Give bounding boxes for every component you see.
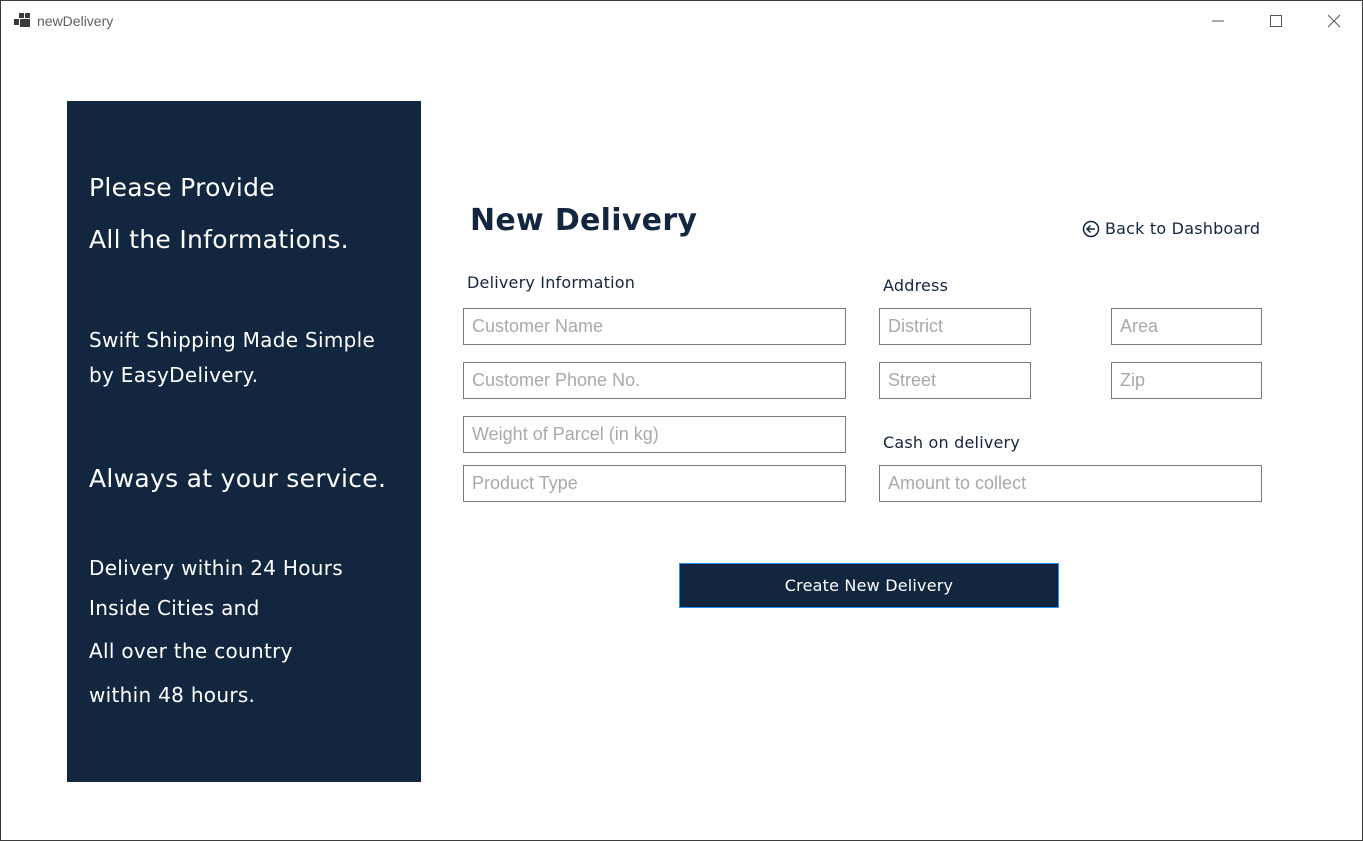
side-tagline-line2: by EasyDelivery. (89, 363, 259, 387)
customer-phone-input[interactable] (463, 362, 846, 399)
close-icon (1327, 14, 1341, 28)
page-title: New Delivery (470, 203, 698, 238)
street-input[interactable] (879, 362, 1031, 399)
side-delivery-line4: within 48 hours. (89, 683, 256, 707)
customer-name-input[interactable] (463, 308, 846, 345)
close-button[interactable] (1305, 1, 1363, 41)
amount-to-collect-input[interactable] (879, 465, 1262, 502)
window-title: newDelivery (37, 13, 114, 29)
back-link-label: Back to Dashboard (1105, 219, 1261, 238)
side-tagline-line1: Swift Shipping Made Simple (89, 328, 376, 352)
app-window-icon (14, 13, 30, 27)
info-side-panel: Please Provide All the Informations. Swi… (67, 101, 421, 782)
side-delivery-line1: Delivery within 24 Hours (89, 556, 343, 580)
cash-on-delivery-label: Cash on delivery (883, 433, 1021, 452)
product-type-input[interactable] (463, 465, 846, 502)
create-new-delivery-button[interactable]: Create New Delivery (679, 563, 1059, 608)
minimize-button[interactable] (1189, 1, 1247, 41)
side-delivery-line2: Inside Cities and (89, 596, 260, 620)
maximize-icon (1270, 15, 1282, 27)
arrow-left-circle-icon (1082, 220, 1100, 237)
maximize-button[interactable] (1247, 1, 1305, 41)
back-to-dashboard-link[interactable]: Back to Dashboard (1082, 219, 1260, 238)
zip-input[interactable] (1111, 362, 1262, 399)
side-service-text: Always at your service. (89, 464, 387, 493)
side-delivery-line3: All over the country (89, 639, 293, 663)
title-bar[interactable]: newDelivery (1, 1, 1362, 41)
area-input[interactable] (1111, 308, 1262, 345)
address-label: Address (883, 276, 949, 295)
parcel-weight-input[interactable] (463, 416, 846, 453)
app-window: newDelivery Please Provide All the Infor… (0, 0, 1363, 841)
district-input[interactable] (879, 308, 1031, 345)
side-heading-line1: Please Provide (89, 173, 275, 202)
delivery-info-label: Delivery Information (467, 273, 636, 292)
side-heading-line2: All the Informations. (89, 225, 349, 254)
minimize-icon (1212, 20, 1224, 22)
